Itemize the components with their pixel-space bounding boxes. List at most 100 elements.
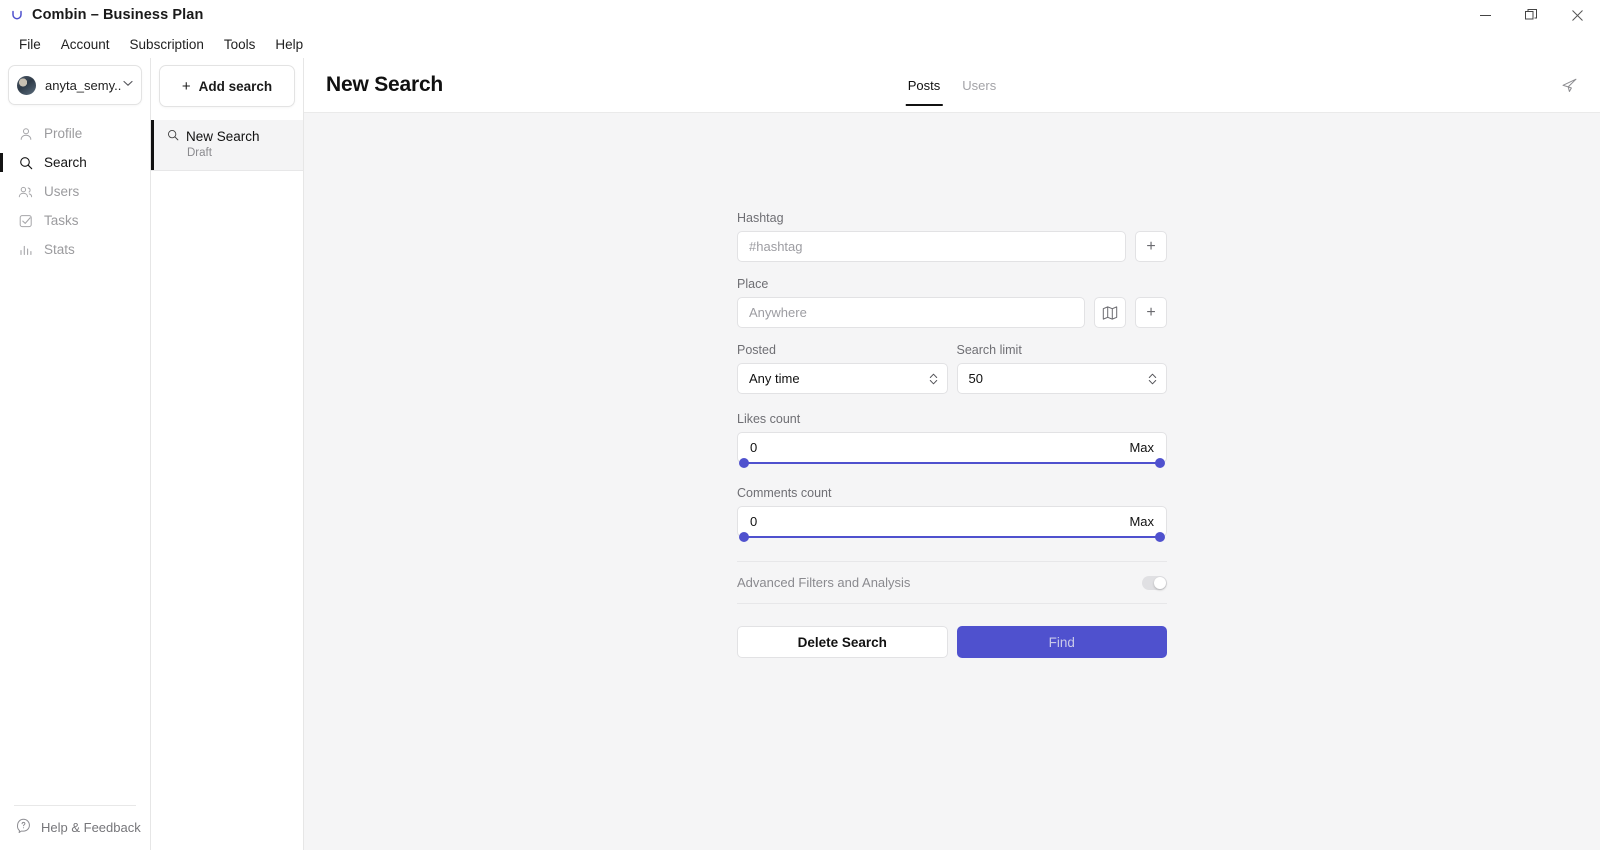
search-icon bbox=[167, 129, 179, 144]
combin-logo-icon bbox=[8, 6, 26, 24]
users-icon bbox=[18, 184, 33, 199]
sidebar-divider bbox=[14, 805, 136, 806]
restore-button[interactable] bbox=[1508, 0, 1554, 30]
search-list-item[interactable]: New Search Draft bbox=[151, 120, 303, 171]
content-header: New Search Posts Users bbox=[304, 58, 1600, 113]
hashtag-label: Hashtag bbox=[737, 211, 784, 225]
question-bubble-icon bbox=[16, 818, 31, 836]
comments-count-label: Comments count bbox=[737, 486, 832, 500]
menu-file[interactable]: File bbox=[9, 34, 51, 55]
sidebar-item-label: Stats bbox=[44, 242, 75, 257]
sidebar-item-stats[interactable]: Stats bbox=[0, 235, 150, 264]
posted-limit-row: Posted Any time Search limit 50 bbox=[737, 343, 1167, 394]
minimize-button[interactable] bbox=[1462, 0, 1508, 30]
content-tabs: Posts Users bbox=[905, 58, 996, 112]
comments-count-slider[interactable]: 0 Max bbox=[737, 506, 1167, 542]
account-switcher[interactable]: anyta_semy... bbox=[8, 65, 142, 105]
page-title: New Search bbox=[326, 73, 444, 96]
sidebar-item-label: Profile bbox=[44, 126, 83, 141]
menu-account[interactable]: Account bbox=[51, 34, 120, 55]
advanced-filters-label: Advanced Filters and Analysis bbox=[737, 575, 911, 590]
likes-count-slider[interactable]: 0 Max bbox=[737, 432, 1167, 468]
app-body: anyta_semy... Profile Search Users Tasks… bbox=[0, 58, 1600, 850]
search-item-status: Draft bbox=[187, 147, 212, 159]
form-actions: Delete Search Find bbox=[737, 626, 1167, 658]
menu-bar: File Account Subscription Tools Help bbox=[0, 30, 1600, 58]
comments-count-min: 0 bbox=[750, 514, 758, 529]
sidebar-item-label: Users bbox=[44, 184, 80, 199]
posted-select[interactable]: Any time bbox=[737, 363, 948, 394]
search-list-panel: + Add search New Search Draft bbox=[151, 58, 304, 850]
add-search-button[interactable]: + Add search bbox=[159, 65, 295, 107]
place-row: Anywhere + bbox=[737, 297, 1167, 328]
likes-count-max: Max bbox=[1129, 440, 1154, 455]
likes-count-label: Likes count bbox=[737, 412, 801, 426]
sidebar-item-label: Tasks bbox=[44, 213, 79, 228]
place-add-button[interactable]: + bbox=[1135, 297, 1167, 328]
sidebar-item-search[interactable]: Search bbox=[0, 148, 150, 177]
sidebar-item-users[interactable]: Users bbox=[0, 177, 150, 206]
comments-slider-track bbox=[744, 536, 1160, 538]
hashtag-add-button[interactable]: + bbox=[1135, 231, 1167, 262]
likes-slider-handle-min[interactable] bbox=[739, 458, 749, 468]
comments-slider-handle-max[interactable] bbox=[1155, 532, 1165, 542]
sidebar-item-profile[interactable]: Profile bbox=[0, 119, 150, 148]
person-icon bbox=[18, 126, 33, 141]
search-form: Hashtag #hashtag + Place Anywhere + Post… bbox=[737, 211, 1167, 850]
search-item-name: New Search bbox=[186, 129, 260, 144]
delete-search-button[interactable]: Delete Search bbox=[737, 626, 948, 658]
sidebar-nav: Profile Search Users Tasks Stats bbox=[0, 119, 150, 264]
posted-label: Posted bbox=[737, 343, 776, 357]
posted-value: Any time bbox=[749, 371, 800, 386]
search-icon bbox=[18, 155, 33, 170]
place-label: Place bbox=[737, 277, 769, 291]
close-button[interactable] bbox=[1554, 0, 1600, 30]
help-and-feedback-button[interactable]: Help & Feedback bbox=[0, 818, 150, 836]
stepper-updown-icon bbox=[929, 372, 938, 386]
advanced-filters-row[interactable]: Advanced Filters and Analysis bbox=[737, 562, 1167, 604]
sidebar-item-label: Search bbox=[44, 155, 87, 170]
add-search-label: Add search bbox=[198, 78, 273, 94]
find-button[interactable]: Find bbox=[956, 626, 1167, 658]
search-limit-label: Search limit bbox=[956, 343, 1022, 357]
toggle-knob bbox=[1154, 576, 1166, 589]
main-content: New Search Posts Users Hashtag #hashtag bbox=[304, 58, 1600, 850]
advanced-filters-toggle[interactable] bbox=[1142, 575, 1167, 590]
chevron-down-icon bbox=[123, 80, 133, 90]
place-input[interactable]: Anywhere bbox=[737, 297, 1085, 328]
send-icon[interactable] bbox=[1561, 77, 1578, 94]
window-controls bbox=[1462, 0, 1600, 30]
hashtag-input[interactable]: #hashtag bbox=[737, 231, 1126, 262]
likes-count-values: 0 Max bbox=[737, 432, 1167, 463]
app-window: Combin – Business Plan File Account Subs… bbox=[0, 0, 1600, 850]
plus-icon: + bbox=[181, 77, 191, 95]
comments-slider-handle-min[interactable] bbox=[739, 532, 749, 542]
help-label: Help & Feedback bbox=[41, 819, 141, 835]
comments-count-max: Max bbox=[1129, 514, 1154, 529]
stepper-updown-icon bbox=[1148, 372, 1157, 386]
account-username: anyta_semy... bbox=[45, 77, 121, 93]
user-avatar bbox=[17, 75, 36, 95]
search-limit-input[interactable]: 50 bbox=[956, 363, 1167, 394]
menu-tools[interactable]: Tools bbox=[214, 34, 266, 55]
tab-posts[interactable]: Posts bbox=[905, 58, 942, 112]
sidebar: anyta_semy... Profile Search Users Tasks… bbox=[0, 58, 151, 850]
sidebar-footer: Help & Feedback bbox=[0, 805, 150, 850]
sidebar-item-tasks[interactable]: Tasks bbox=[0, 206, 150, 235]
hashtag-row: #hashtag + bbox=[737, 231, 1167, 262]
menu-subscription[interactable]: Subscription bbox=[120, 34, 214, 55]
tab-users[interactable]: Users bbox=[962, 58, 996, 112]
likes-slider-handle-max[interactable] bbox=[1155, 458, 1165, 468]
search-limit-value: 50 bbox=[968, 371, 983, 386]
map-icon[interactable] bbox=[1094, 297, 1126, 328]
bar-chart-icon bbox=[18, 242, 33, 257]
search-item-title-row: New Search bbox=[167, 129, 293, 144]
comments-count-values: 0 Max bbox=[737, 506, 1167, 537]
title-bar: Combin – Business Plan bbox=[0, 0, 1600, 30]
form-scroll-area: Hashtag #hashtag + Place Anywhere + Post… bbox=[304, 113, 1600, 850]
likes-slider-track bbox=[744, 462, 1160, 464]
likes-count-min: 0 bbox=[750, 440, 758, 455]
menu-help[interactable]: Help bbox=[265, 34, 313, 55]
window-title: Combin – Business Plan bbox=[32, 7, 204, 23]
checklist-icon bbox=[18, 213, 33, 228]
